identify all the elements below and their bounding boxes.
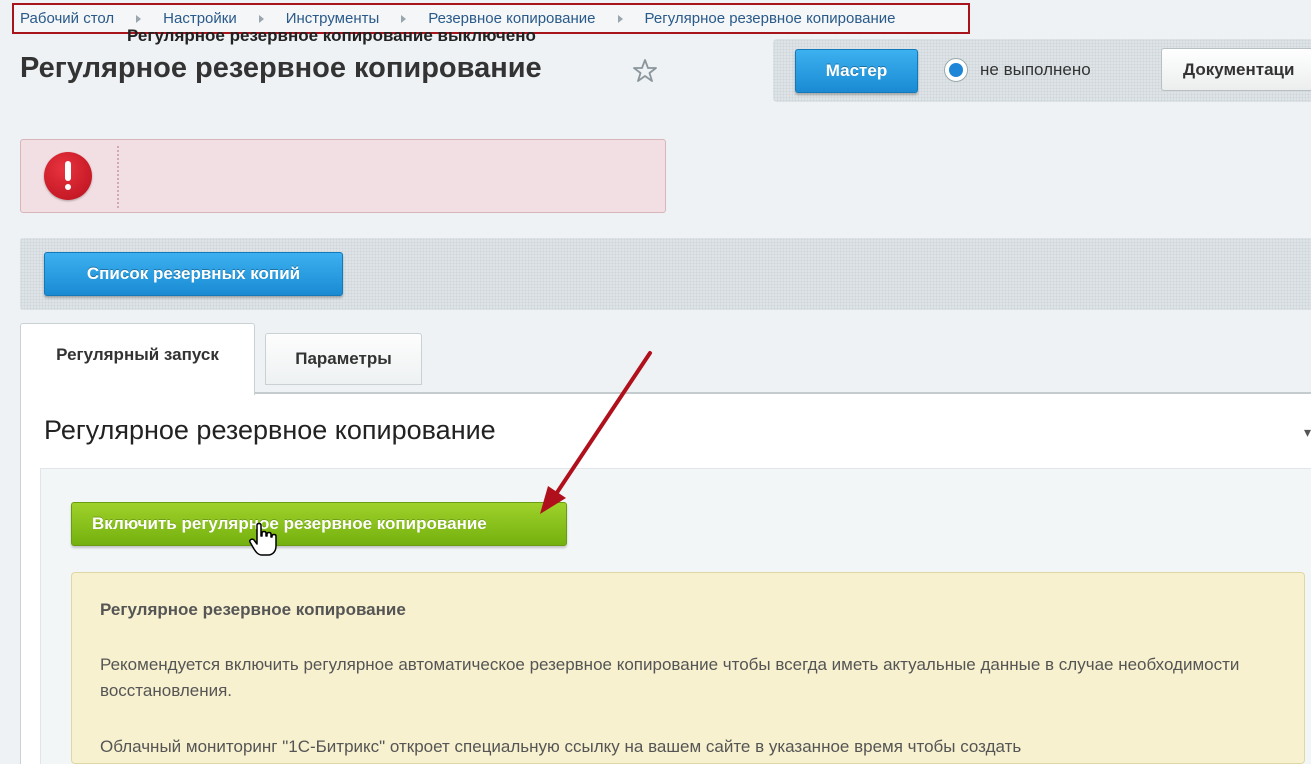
- master-button-label: Мастер: [825, 61, 888, 80]
- info-paragraph: Рекомендуется включить регулярное автома…: [100, 655, 1240, 700]
- documentation-button[interactable]: Документаци: [1161, 48, 1311, 91]
- tab-regular-run-label: Регулярный запуск: [56, 344, 219, 364]
- breadcrumb-item-desktop[interactable]: Рабочий стол: [20, 10, 114, 27]
- breadcrumb-item-backup[interactable]: Резервное копирование: [428, 10, 595, 27]
- enable-backup-button-label: Включить регулярное резервное копировани…: [92, 514, 487, 533]
- star-icon[interactable]: [632, 58, 658, 84]
- backup-list-button[interactable]: Список резервных копий: [30, 252, 343, 296]
- alert-divider: [117, 146, 119, 208]
- info-paragraph: Облачный мониторинг "1С-Битрикс" откроет…: [100, 737, 1022, 756]
- page-title: Регулярное резервное копирование: [20, 52, 542, 84]
- master-button[interactable]: Мастер: [781, 49, 918, 93]
- breadcrumb-separator-icon: [136, 14, 142, 23]
- breadcrumb-item-tools[interactable]: Инструменты: [286, 10, 380, 27]
- hand-cursor-icon: [249, 522, 277, 556]
- tab-parameters[interactable]: Параметры: [265, 333, 422, 385]
- breadcrumb-item-settings[interactable]: Настройки: [163, 10, 237, 27]
- enable-backup-button[interactable]: Включить регулярное резервное копировани…: [71, 502, 567, 546]
- error-icon: [44, 152, 92, 200]
- status-text: не выполнено: [980, 60, 1091, 79]
- tab-parameters-label: Параметры: [295, 349, 392, 368]
- alert-message-box: [20, 139, 666, 213]
- radio-icon[interactable]: [944, 58, 968, 82]
- breadcrumb-separator-icon: [617, 14, 623, 23]
- breadcrumb-separator-icon: [258, 14, 264, 23]
- breadcrumb-separator-icon: [401, 14, 407, 23]
- documentation-button-label: Документаци: [1183, 59, 1295, 79]
- alert-text: Регулярное резервное копирование выключе…: [127, 26, 536, 45]
- collapse-icon[interactable]: ▾: [1304, 424, 1311, 441]
- info-title: Регулярное резервное копирование: [100, 600, 406, 619]
- breadcrumb-item-current[interactable]: Регулярное резервное копирование: [645, 10, 896, 27]
- tab-regular-run[interactable]: Регулярный запуск: [20, 323, 255, 395]
- section-title: Регулярное резервное копирование: [44, 415, 496, 445]
- backup-list-button-label: Список резервных копий: [86, 264, 301, 283]
